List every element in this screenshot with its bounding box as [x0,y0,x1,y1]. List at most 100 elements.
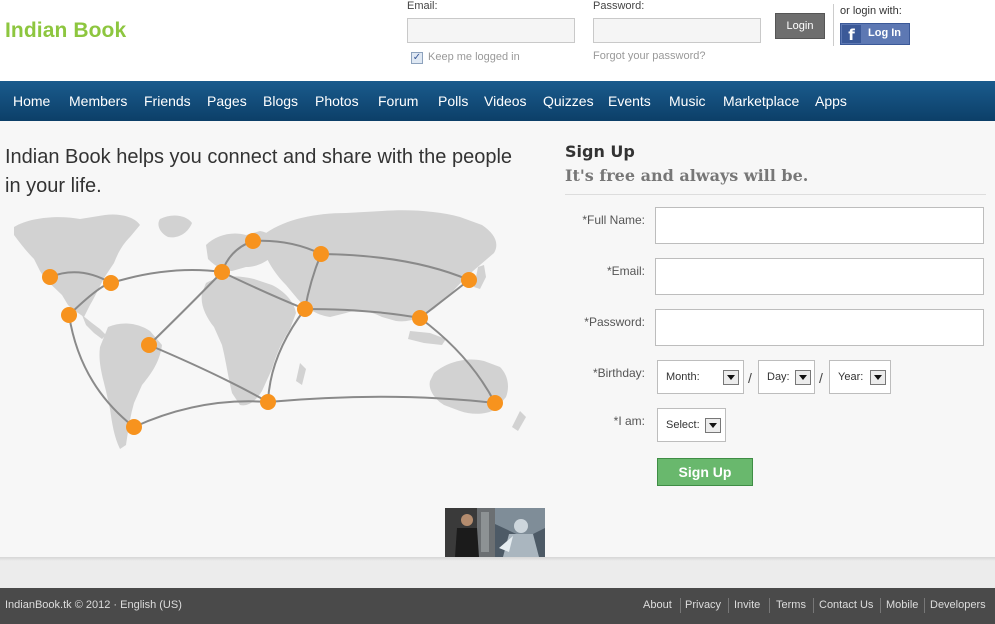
footer-separator [728,598,729,613]
connection-line [133,400,269,428]
africa [201,276,296,406]
connection-line [110,269,223,284]
email-input[interactable] [655,258,984,295]
nav-item-pages[interactable]: Pages [207,93,247,109]
map-marker [297,301,313,317]
footer-link-privacy[interactable]: Privacy [685,599,721,611]
nav-item-music[interactable]: Music [669,93,706,109]
chevron-down-icon [705,418,721,433]
main-nav: Home Members Friends Pages Blogs Photos … [0,81,995,122]
nav-item-events[interactable]: Events [608,93,651,109]
login-divider [833,4,834,46]
map-marker [313,246,329,262]
facebook-login-label: Log In [868,27,901,39]
footer-link-mobile[interactable]: Mobile [886,599,918,611]
keep-logged-in-label[interactable]: Keep me logged in [428,51,520,63]
map-marker [141,337,157,353]
footer-link-about[interactable]: About [643,599,672,611]
footer-link-invite[interactable]: Invite [734,599,760,611]
or-login-with-label: or login with: [840,5,902,17]
signup-divider [565,194,986,195]
email-label: *Email: [606,264,645,278]
member-photo-thumbnail[interactable] [495,508,545,557]
footer-copyright: IndianBook.tk © 2012 · English (US) [5,599,182,611]
member-photo-thumbnail[interactable] [445,508,495,557]
footer-separator [769,598,770,613]
nav-item-marketplace[interactable]: Marketplace [723,93,799,109]
map-marker [487,395,503,411]
forgot-password-link[interactable]: Forgot your password? [593,50,706,62]
footer-separator [813,598,814,613]
footer-link-terms[interactable]: Terms [776,599,806,611]
login-email-label: Email: [407,0,438,12]
map-marker [412,310,428,326]
login-password-label: Password: [593,0,645,12]
main-shadow [0,557,995,561]
nav-item-blogs[interactable]: Blogs [263,93,298,109]
footer-separator [680,598,681,613]
day-select-value: Day: [767,371,790,383]
password-input[interactable] [655,309,984,346]
footer-link-developers[interactable]: Developers [930,599,986,611]
birthday-month-select[interactable]: Month: [657,360,744,394]
nav-item-polls[interactable]: Polls [438,93,468,109]
map-marker [103,275,119,291]
signup-title: Sign Up [565,142,635,161]
site-logo[interactable]: Indian Book [5,19,126,43]
greenland [158,215,192,238]
map-marker [461,272,477,288]
gender-select-value: Select: [666,419,700,431]
member-photo-image [445,508,495,557]
birthday-label: *Birthday: [592,366,645,380]
map-marker [61,307,77,323]
year-select-value: Year: [838,371,864,383]
facebook-icon: f [842,25,861,44]
gender-select[interactable]: Select: [657,408,726,442]
map-marker [214,264,230,280]
month-select-value: Month: [666,371,700,383]
new-zealand [512,411,526,431]
signup-subtitle: It's free and always will be. [565,166,809,185]
member-photo-image [495,508,545,557]
birthday-year-select[interactable]: Year: [829,360,891,394]
continents [14,210,526,449]
map-marker [42,269,58,285]
nav-item-forum[interactable]: Forum [378,93,418,109]
north-america [14,214,140,317]
footer-separator [880,598,881,613]
footer-link-contact-us[interactable]: Contact Us [819,599,873,611]
chevron-down-icon [795,370,811,385]
tagline: Indian Book helps you connect and share … [5,146,513,197]
nav-item-friends[interactable]: Friends [144,93,191,109]
central-america [82,315,106,339]
login-password-input[interactable] [593,18,761,43]
chevron-down-icon [870,370,886,385]
login-button[interactable]: Login [775,13,825,39]
nav-item-home[interactable]: Home [13,93,50,109]
world-map-illustration [14,210,526,449]
nav-item-apps[interactable]: Apps [815,93,847,109]
full-name-label: *Full Name: [582,213,645,227]
birthday-day-select[interactable]: Day: [758,360,815,394]
nav-item-quizzes[interactable]: Quizzes [543,93,594,109]
iam-label: *I am: [613,414,645,428]
login-email-input[interactable] [407,18,575,43]
footer-separator [924,598,925,613]
facebook-login-button[interactable]: f Log In [840,23,910,45]
date-separator: / [819,370,823,386]
map-marker [260,394,276,410]
nav-item-videos[interactable]: Videos [484,93,527,109]
chevron-down-icon [723,370,739,385]
footer: IndianBook.tk © 2012 · English (US) Abou… [0,588,995,624]
madagascar [296,363,306,385]
nav-item-members[interactable]: Members [69,93,127,109]
map-marker [126,419,142,435]
header: Indian Book Email: Password: Login ✓ Kee… [0,0,995,81]
nav-item-photos[interactable]: Photos [315,93,359,109]
date-separator: / [748,370,752,386]
password-label: *Password: [584,315,645,329]
full-name-input[interactable] [655,207,984,244]
keep-logged-in-checkbox[interactable]: ✓ [411,52,423,64]
signup-button[interactable]: Sign Up [657,458,753,486]
map-marker [245,233,261,249]
